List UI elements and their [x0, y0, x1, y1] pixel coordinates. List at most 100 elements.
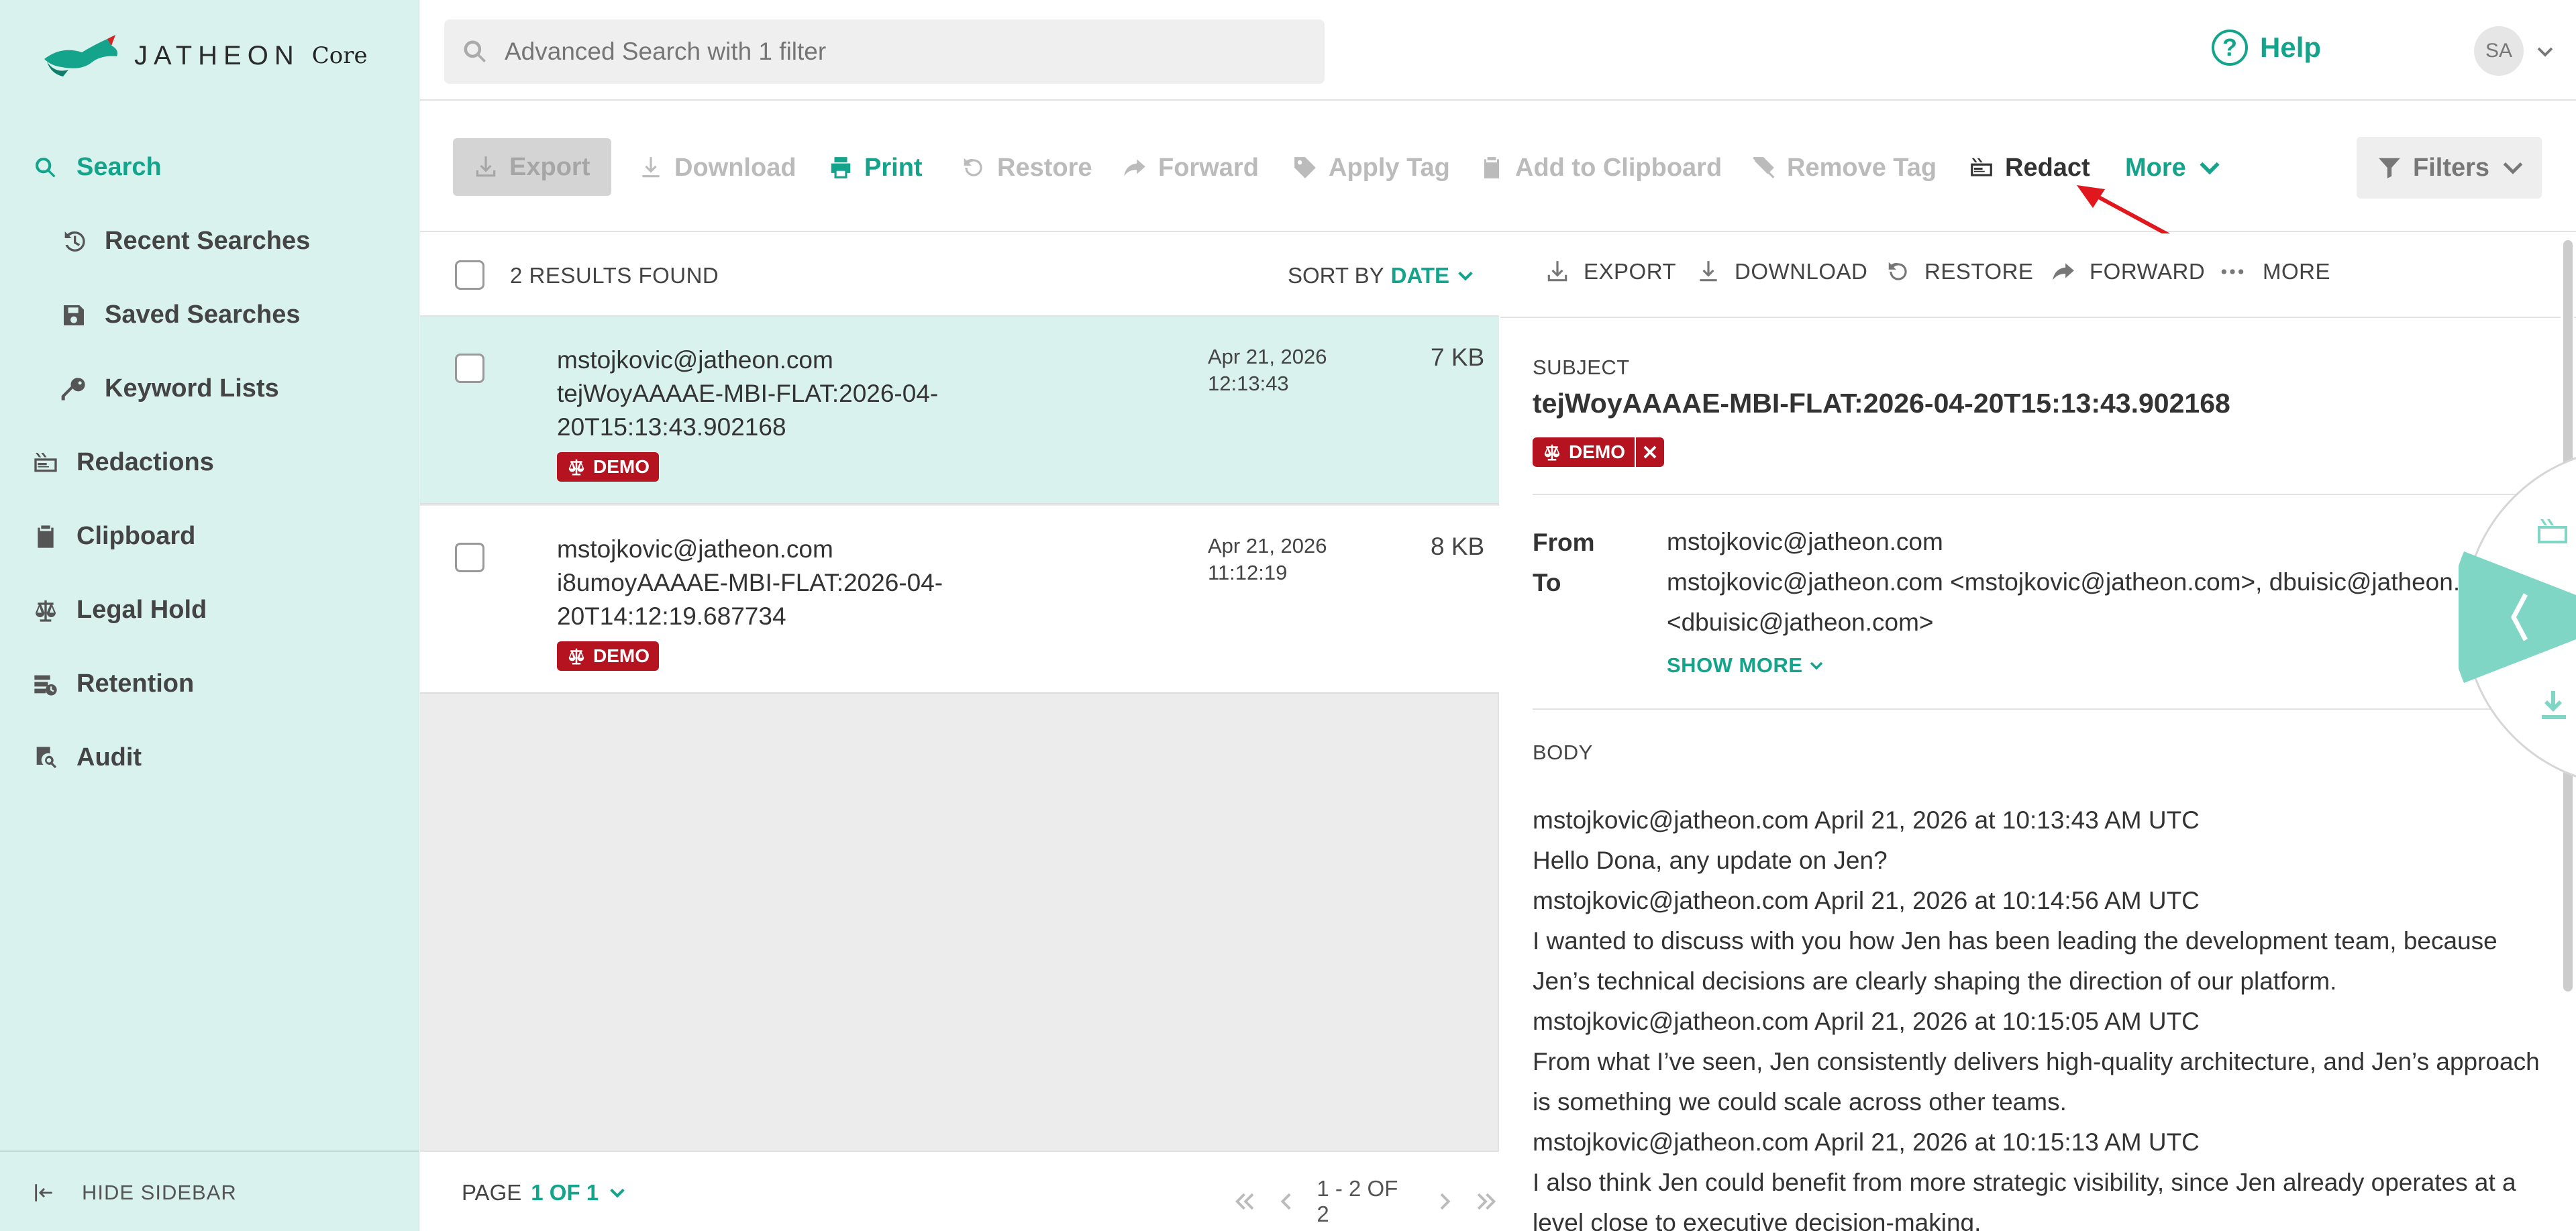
body-line: mstojkovic@jatheon.com April 21, 2026 at…	[1533, 806, 2200, 834]
sidebar-item-label: Recent Searches	[105, 227, 311, 255]
row-checkbox[interactable]	[455, 354, 484, 383]
tag-badge[interactable]: DEMO	[1533, 437, 1635, 467]
restore-button[interactable]: Restore	[961, 141, 1092, 195]
chevron-down-icon[interactable]	[2535, 42, 2555, 62]
body-line: I also think Jen could benefit from more…	[1533, 1169, 2516, 1196]
sidebar-item-label: Audit	[76, 743, 142, 771]
logo[interactable]: JATHEON Core	[42, 32, 368, 79]
sidebar-item-recent-searches[interactable]: Recent Searches	[60, 227, 310, 256]
chevron-down-icon	[2503, 162, 2523, 174]
body-line: level close to executive decision-making…	[1533, 1209, 1981, 1231]
export-icon	[1547, 261, 1567, 282]
detail-forward-label: FORWARD	[2090, 259, 2206, 284]
result-time: 11:12:19	[1208, 561, 1288, 584]
hide-sidebar-button[interactable]: HIDE SIDEBAR	[32, 1181, 237, 1205]
divider	[1533, 494, 2553, 495]
body-line: mstojkovic@jatheon.com April 21, 2026 at…	[1533, 1128, 2200, 1156]
chevron-down-icon	[1810, 661, 1822, 670]
result-subject-line: i8umoyAAAAE-MBI-FLAT:2026-04-	[557, 569, 943, 596]
body-label: BODY	[1533, 741, 1593, 764]
result-date: Apr 21, 2026	[1208, 534, 1327, 557]
more-label: More	[2125, 153, 2186, 182]
tag-badge[interactable]: DEMO	[557, 641, 659, 671]
audit-icon	[36, 746, 57, 768]
search-input[interactable]	[505, 38, 1310, 66]
show-more-button[interactable]: SHOW MORE	[1667, 653, 1824, 678]
sidebar-item-saved-searches[interactable]: Saved Searches	[60, 301, 301, 329]
result-summary: mstojkovic@jatheon.com i8umoyAAAAE-MBI-F…	[557, 533, 960, 633]
result-row[interactable]: mstojkovic@jatheon.com i8umoyAAAAE-MBI-F…	[420, 506, 1499, 694]
sidebar-item-search[interactable]: Search	[32, 153, 162, 182]
result-time: 12:13:43	[1208, 372, 1289, 395]
filters-button[interactable]: Filters	[2357, 137, 2542, 199]
sidebar-item-keyword-lists[interactable]: Keyword Lists	[60, 374, 279, 403]
result-row[interactable]: mstojkovic@jatheon.com tejWoyAAAAE-MBI-F…	[420, 317, 1499, 504]
detail-export-label: EXPORT	[1584, 259, 1677, 284]
quick-action-wheel	[2459, 457, 2576, 778]
sort-control[interactable]: SORT BY DATE	[1288, 263, 1475, 288]
first-page-icon[interactable]	[1232, 1189, 1257, 1214]
scale-icon	[1544, 444, 1560, 461]
detail-restore-label: RESTORE	[1924, 259, 2034, 284]
subject-label: SUBJECT	[1533, 356, 1630, 379]
sidebar-item-audit[interactable]: Audit	[32, 743, 142, 772]
result-size: 7 KB	[1431, 343, 1485, 371]
search-bar[interactable]	[444, 19, 1325, 84]
sidebar-item-legal-hold[interactable]: Legal Hold	[32, 596, 207, 625]
fox-logo-icon	[44, 35, 117, 76]
avatar[interactable]: SA	[2474, 26, 2524, 76]
sidebar-item-redactions[interactable]: Redactions	[32, 448, 214, 477]
body-line: Hello Dona, any update on Jen?	[1533, 847, 1888, 874]
hide-sidebar-label: HIDE SIDEBAR	[82, 1181, 237, 1204]
result-from: mstojkovic@jatheon.com	[557, 346, 833, 374]
download-icon	[1700, 261, 1717, 282]
apply-tag-button[interactable]: Apply Tag	[1292, 141, 1450, 195]
forward-button[interactable]: Forward	[1122, 141, 1259, 195]
detail-download-button[interactable]: DOWNLOAD	[1696, 259, 1867, 284]
tag-label: DEMO	[593, 645, 650, 666]
print-button[interactable]: Print	[828, 141, 923, 195]
help-icon: ?	[2212, 30, 2248, 66]
detail-more-button[interactable]: MORE	[2216, 259, 2330, 284]
sidebar-item-label: Retention	[76, 670, 195, 698]
row-checkbox[interactable]	[455, 543, 484, 572]
remove-tag-button[interactable]	[1635, 437, 1664, 467]
page-label: PAGE	[462, 1180, 522, 1205]
close-icon	[1643, 445, 1657, 459]
action-toolbar: Export Download Print Restore Forward Ap…	[420, 102, 2576, 232]
detail-forward-button[interactable]: FORWARD	[2051, 259, 2205, 284]
download-button[interactable]: Download	[638, 141, 796, 195]
prev-page-icon[interactable]	[1274, 1189, 1299, 1214]
pager: 1 - 2 OF 2	[1232, 1176, 1499, 1227]
help-link[interactable]: ? Help	[2212, 30, 2321, 66]
search-icon	[464, 40, 486, 62]
body-line: Jen’s technical decisions are clearly sh…	[1533, 967, 2337, 995]
sidebar-item-label: Keyword Lists	[105, 374, 279, 403]
result-subject-line: tejWoyAAAAE-MBI-FLAT:2026-04-	[557, 380, 939, 407]
detail-restore-button[interactable]: RESTORE	[1886, 259, 2033, 284]
select-all-checkbox[interactable]	[455, 260, 484, 290]
export-button[interactable]: Export	[453, 138, 611, 196]
body-line: mstojkovic@jatheon.com April 21, 2026 at…	[1533, 1008, 2200, 1035]
results-header: 2 RESULTS FOUND SORT BY DATE	[420, 233, 1499, 317]
sidebar-divider	[0, 1150, 419, 1152]
to-value: mstojkovic@jatheon.com <mstojkovic@jathe…	[1667, 568, 2508, 596]
page-selector[interactable]: PAGE 1 OF 1	[462, 1180, 627, 1206]
sidebar-item-label: Saved Searches	[105, 301, 301, 329]
detail-tag: DEMO	[1533, 437, 1664, 467]
remove-tag-button[interactable]: Remove Tag	[1751, 141, 1937, 195]
download-icon	[642, 157, 660, 178]
add-to-clipboard-button[interactable]: Add to Clipboard	[1479, 141, 1722, 195]
detail-export-button[interactable]: EXPORT	[1545, 259, 1676, 284]
divider	[1533, 708, 2553, 710]
sidebar-item-retention[interactable]: Retention	[32, 670, 194, 698]
tag-badge[interactable]: DEMO	[557, 452, 659, 482]
sidebar-item-label: Legal Hold	[76, 596, 207, 624]
print-label: Print	[864, 153, 923, 182]
restore-label: Restore	[997, 153, 1092, 182]
next-page-icon[interactable]	[1432, 1189, 1457, 1214]
last-page-icon[interactable]	[1474, 1189, 1499, 1214]
sidebar-item-clipboard[interactable]: Clipboard	[32, 522, 195, 551]
search-icon	[36, 157, 56, 177]
results-count: 2 RESULTS FOUND	[510, 263, 719, 288]
